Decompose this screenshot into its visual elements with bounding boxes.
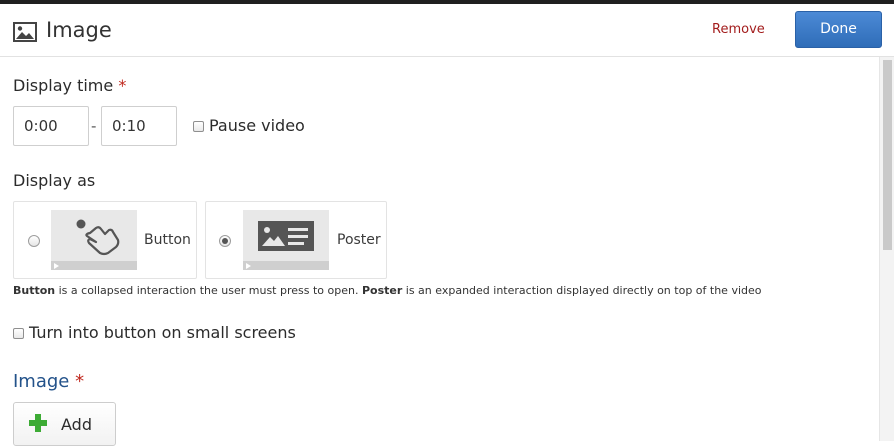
plus-icon [29, 414, 47, 432]
pause-video-checkbox[interactable] [193, 121, 204, 132]
add-button-label: Add [61, 415, 92, 434]
play-icon [54, 263, 59, 269]
image-interaction-dialog: Image Remove Done Display time * 0:00 - … [0, 4, 894, 446]
end-time-input[interactable]: 0:10 [101, 106, 177, 146]
scrollbar-thumb[interactable] [883, 60, 892, 250]
display-time-label: Display time * [13, 76, 126, 95]
poster-thumbnail [243, 210, 329, 270]
play-icon [246, 263, 251, 269]
add-image-button[interactable]: Add [13, 402, 116, 446]
done-button[interactable]: Done [795, 11, 882, 48]
small-screens-label[interactable]: Turn into button on small screens [29, 323, 296, 342]
thumbnail-video-bar [243, 261, 329, 270]
option-poster-label: Poster [337, 232, 381, 248]
start-time-input[interactable]: 0:00 [13, 106, 89, 146]
image-section-title-text: Image [13, 371, 70, 392]
desc-poster-text: is an expanded interaction displayed dir… [402, 284, 762, 297]
display-time-label-text: Display time [13, 76, 114, 95]
tap-hand-icon [76, 219, 120, 256]
scrollbar[interactable] [879, 57, 894, 441]
image-icon [13, 22, 37, 42]
button-thumbnail [51, 210, 137, 270]
desc-poster-term: Poster [361, 284, 403, 297]
small-screens-checkbox[interactable] [13, 328, 24, 339]
display-as-label: Display as [13, 171, 96, 190]
remove-button[interactable]: Remove [712, 22, 765, 37]
dialog-header: Image Remove Done [0, 4, 894, 57]
poster-icon [258, 221, 314, 251]
dialog-title: Image [46, 18, 112, 42]
desc-button-text: is a collapsed interaction the user must… [55, 284, 362, 297]
desc-button-term: Button [13, 284, 56, 297]
display-as-option-button[interactable]: Button [13, 201, 197, 279]
time-separator: - [91, 117, 97, 135]
required-mark: * [118, 76, 127, 95]
option-button-label: Button [144, 232, 191, 248]
radio-poster-option[interactable] [219, 235, 231, 247]
image-section-title: Image * [13, 371, 84, 392]
required-mark: * [75, 371, 85, 392]
thumbnail-video-bar [51, 261, 137, 270]
display-as-option-poster[interactable]: Poster [205, 201, 387, 279]
radio-button-option[interactable] [28, 235, 40, 247]
display-as-description: Button is a collapsed interaction the us… [13, 284, 762, 297]
pause-video-label[interactable]: Pause video [209, 116, 305, 135]
